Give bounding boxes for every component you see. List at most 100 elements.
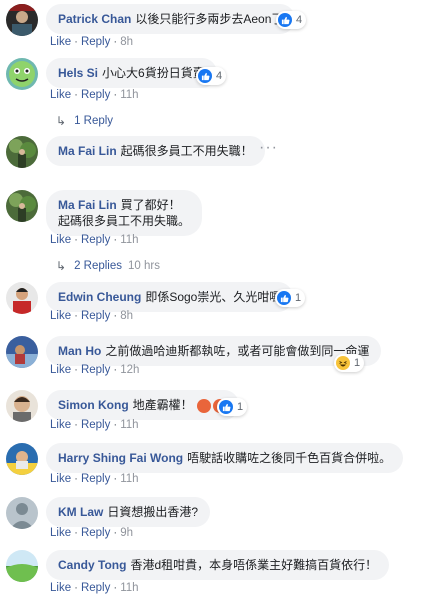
like-link[interactable]: Like <box>50 473 71 485</box>
comment-text: 起碼很多員工不用失職！ <box>120 144 253 158</box>
avatar[interactable] <box>6 282 38 314</box>
thumbs-up-icon <box>198 69 212 83</box>
timestamp[interactable]: 9h <box>120 527 133 539</box>
commenter-name[interactable]: Hels Si <box>58 66 98 80</box>
like-link[interactable]: Like <box>50 419 71 431</box>
comment-bubble: Patrick Chan 以後只能行多兩步去Aeon了 <box>46 4 296 34</box>
view-replies-link[interactable]: ↳ 2 Replies 10 hrs <box>56 259 160 273</box>
like-link[interactable]: Like <box>50 89 71 101</box>
avatar[interactable] <box>6 550 38 582</box>
reply-link[interactable]: Reply <box>81 473 110 485</box>
avatar[interactable] <box>6 443 38 475</box>
commenter-name[interactable]: KM Law <box>58 505 103 519</box>
timestamp[interactable]: 8h <box>120 310 133 322</box>
reaction-summary[interactable]: 1 <box>217 398 248 416</box>
reply-link[interactable]: Reply <box>81 234 110 246</box>
like-link[interactable]: Like <box>50 234 71 246</box>
thumbs-up-icon <box>219 400 233 414</box>
comment-bubble: Hels Si 小心大6貨扮日貨賣 <box>46 58 217 88</box>
comment-actions: Like · Reply · 8h <box>50 36 133 48</box>
reply-link[interactable]: Reply <box>81 527 110 539</box>
comment-actions: Like · Reply · 9h <box>50 527 133 539</box>
reaction-count: 1 <box>237 401 244 413</box>
timestamp[interactable]: 11h <box>120 473 138 485</box>
thumbs-up-icon <box>277 291 291 305</box>
commenter-name[interactable]: Candy Tong <box>58 558 126 572</box>
comment-text: 地產霸權！ <box>132 398 193 412</box>
comment-bubble: Ma Fai Lin 起碼很多員工不用失職！ <box>46 136 265 166</box>
avatar[interactable] <box>6 136 38 168</box>
comment-actions: Like · Reply · 12h <box>50 364 140 376</box>
reply-link[interactable]: Reply <box>81 419 110 431</box>
comment-bubble: Harry Shing Fai Wong 唔駛話收購咗之後同千色百貨合併啦。 <box>46 443 404 473</box>
like-link[interactable]: Like <box>50 364 71 376</box>
reaction-count: 1 <box>295 292 302 304</box>
reply-link[interactable]: Reply <box>81 89 110 101</box>
comment-bubble: Edwin Cheung 即係Sogo崇光、久光咁囉 <box>46 282 294 312</box>
commenter-name[interactable]: Harry Shing Fai Wong <box>58 451 183 465</box>
angry-face-icon <box>197 398 212 413</box>
comment-text: 日資想搬出香港? <box>107 505 199 519</box>
comment-text: 即係Sogo崇光、久光咁囉 <box>145 290 282 304</box>
avatar[interactable] <box>6 390 38 422</box>
reaction-count: 1 <box>354 357 361 369</box>
comment-bubble: Simon Kong 地產霸權！ <box>46 390 240 420</box>
comment-bubble: Candy Tong 香港d租咁貴，本身唔係業主好難搞百貨依行！ <box>46 550 390 580</box>
replies-time: 10 hrs <box>128 260 160 272</box>
commenter-name[interactable]: Edwin Cheung <box>58 290 141 304</box>
timestamp[interactable]: 11h <box>120 89 138 101</box>
comment-actions: Like · Reply · 11h <box>50 419 139 431</box>
like-link[interactable]: Like <box>50 582 71 594</box>
comment-text: 香港d租咁貴，本身唔係業主好難搞百貨依行！ <box>130 558 378 572</box>
reaction-count: 4 <box>296 14 303 26</box>
commenter-name[interactable]: Ma Fai Lin <box>58 144 117 158</box>
reaction-summary[interactable]: 4 <box>196 67 227 85</box>
like-link[interactable]: Like <box>50 310 71 322</box>
reaction-summary[interactable]: 1 <box>275 289 306 307</box>
reaction-summary[interactable]: 4 <box>276 11 307 29</box>
reply-link[interactable]: Reply <box>81 364 110 376</box>
avatar[interactable] <box>6 497 38 529</box>
view-replies-link[interactable]: ↳ 1 Reply <box>56 114 113 128</box>
avatar[interactable] <box>6 336 38 368</box>
comment-actions: Like · Reply · 11h <box>50 234 139 246</box>
avatar[interactable] <box>6 190 38 222</box>
comment-actions: Like · Reply · 11h <box>50 473 139 485</box>
reply-arrow-icon: ↳ <box>56 259 67 273</box>
timestamp[interactable]: 11h <box>120 582 138 594</box>
like-link[interactable]: Like <box>50 527 71 539</box>
reaction-summary[interactable]: 1 <box>334 354 365 372</box>
reply-arrow-icon: ↳ <box>56 114 67 128</box>
comment-text-line: 起碼很多員工不用失職。 <box>58 214 191 228</box>
comment-actions: Like · Reply · 11h <box>50 89 139 101</box>
reply-link[interactable]: Reply <box>81 36 110 48</box>
reply-link[interactable]: Reply <box>81 310 110 322</box>
timestamp[interactable]: 11h <box>120 234 138 246</box>
comment-text: 唔駛話收購咗之後同千色百貨合併啦。 <box>187 451 392 465</box>
reply-link[interactable]: Reply <box>81 582 110 594</box>
laughing-face-icon <box>336 356 350 370</box>
comment-bubble: Man Ho 之前做過哈迪斯都執咗，或者可能會做到同一命運 <box>46 336 382 366</box>
reaction-count: 4 <box>216 70 223 82</box>
comment-text: 小心大6貨扮日貨賣 <box>102 66 205 80</box>
commenter-name[interactable]: Simon Kong <box>58 398 129 412</box>
avatar[interactable] <box>6 58 38 90</box>
replies-count[interactable]: 2 Replies <box>74 260 122 272</box>
more-options-icon[interactable]: ··· <box>259 139 278 157</box>
thumbs-up-icon <box>278 13 292 27</box>
comment-text: 以後只能行多兩步去Aeon了 <box>135 12 284 26</box>
commenter-name[interactable]: Patrick Chan <box>58 12 131 26</box>
comment-actions: Like · Reply · 8h <box>50 310 133 322</box>
comment-bubble: Ma Fai Lin 買了都好！ 起碼很多員工不用失職。 <box>46 190 203 236</box>
like-link[interactable]: Like <box>50 36 71 48</box>
comment-text: 買了都好！ <box>120 198 181 212</box>
timestamp[interactable]: 8h <box>120 36 133 48</box>
timestamp[interactable]: 11h <box>120 419 138 431</box>
commenter-name[interactable]: Ma Fai Lin <box>58 198 117 212</box>
commenter-name[interactable]: Man Ho <box>58 344 101 358</box>
avatar[interactable] <box>6 4 38 36</box>
comment-text: 之前做過哈迪斯都執咗，或者可能會做到同一命運 <box>105 344 370 358</box>
timestamp[interactable]: 12h <box>120 364 139 376</box>
comment-actions: Like · Reply · 11h <box>50 582 139 594</box>
replies-count[interactable]: 1 Reply <box>74 115 113 127</box>
